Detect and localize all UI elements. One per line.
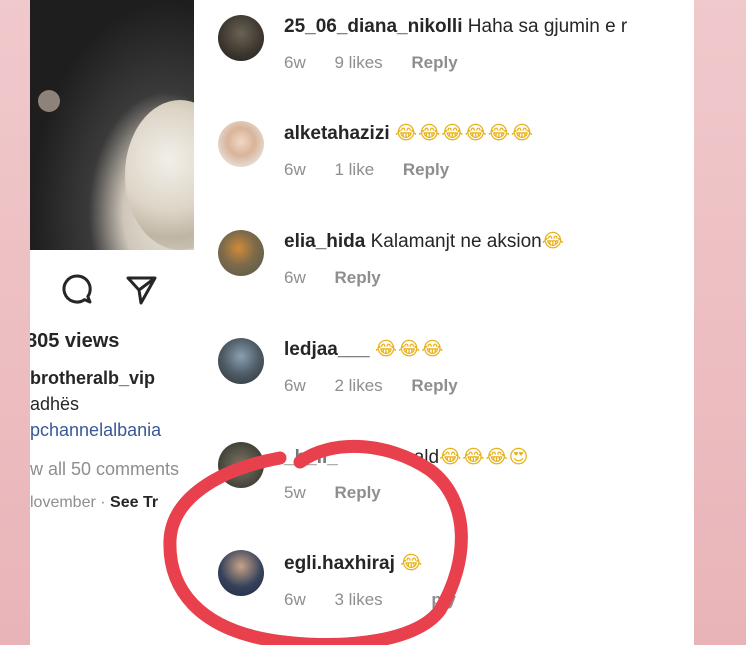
comment-emoji: 😂 (541, 230, 565, 252)
post-card: 805 views brotheralb_vip adhës pchannela… (30, 0, 200, 645)
comment-likes[interactable]: 2 likes (334, 376, 382, 395)
comment-icon[interactable] (60, 272, 94, 306)
reply-button[interactable]: Reply (411, 376, 457, 395)
comment-text: Haha sa gjumin e r (467, 16, 628, 37)
comment-item: _b_li_ nald😂😂😂😍 5w Reply (194, 432, 694, 522)
avatar[interactable] (218, 121, 264, 167)
avatar[interactable] (218, 230, 264, 276)
comment-item: elia_hida Kalamanjt ne aksion😂 6w Reply (194, 216, 694, 306)
comment-likes[interactable]: 1 like (334, 160, 374, 179)
comment-emoji: 😂😂😂 (374, 338, 445, 360)
comment-age: 5w (284, 483, 306, 502)
avatar[interactable] (218, 338, 264, 384)
post-caption: adhës (30, 394, 80, 414)
comment-username[interactable]: 25_06_diana_nikolli (284, 16, 463, 37)
comment-item: 25_06_diana_nikolli Haha sa gjumin e r 6… (194, 0, 694, 90)
comment-emoji: 😂 (400, 552, 424, 574)
comment-text: nald (403, 447, 440, 468)
comment-emoji: 😂😂😂😍 (439, 446, 530, 468)
comment-text: Kalamanjt ne aksion (370, 231, 542, 252)
reply-button[interactable]: Reply (334, 268, 380, 287)
avatar[interactable] (218, 15, 264, 61)
comment-age: 6w (284, 160, 306, 179)
comment-username[interactable]: elia_hida (284, 231, 365, 252)
comment-emoji: 😂😂😂😂😂😂 (394, 122, 535, 144)
comment-item: alketahazizi 😂😂😂😂😂😂 6w 1 like Reply (194, 108, 694, 198)
comment-username[interactable]: alketahazizi (284, 123, 390, 144)
see-translation-link[interactable]: See Tr (110, 494, 158, 511)
comment-age: 6w (284, 268, 306, 287)
post-username[interactable]: brotheralb_vip (30, 368, 155, 389)
comment-likes[interactable]: 3 likes (334, 590, 382, 609)
post-date-row: lovember · See Tr (30, 494, 158, 512)
post-date: lovember (30, 494, 96, 511)
comment-age: 6w (284, 590, 306, 609)
comment-username[interactable]: ledjaa___ (284, 339, 370, 360)
avatar[interactable] (218, 442, 264, 488)
comment-item: egli.haxhiraj 😂 6w 3 likes ply (194, 540, 694, 630)
reply-button[interactable]: Reply (334, 483, 380, 502)
post-actions (60, 272, 158, 306)
comment-item: ledjaa___ 😂😂😂 6w 2 likes Reply (194, 324, 694, 414)
comment-username[interactable]: _b_li_ (284, 447, 338, 468)
views-count: 805 views (30, 330, 120, 352)
post-image[interactable] (30, 0, 200, 250)
comment-age: 6w (284, 376, 306, 395)
reply-button[interactable]: Reply (403, 160, 449, 179)
reply-button[interactable]: Reply (411, 53, 457, 72)
date-separator: · (100, 494, 106, 511)
view-all-comments-link[interactable]: w all 50 comments (30, 459, 179, 480)
comment-likes[interactable]: 9 likes (334, 53, 382, 72)
dog-fur (125, 100, 200, 250)
share-icon[interactable] (124, 272, 158, 306)
post-tag[interactable]: pchannelalbania (30, 420, 161, 441)
avatar[interactable] (218, 550, 264, 596)
hand-shape (38, 90, 60, 112)
comments-panel: 25_06_diana_nikolli Haha sa gjumin e r 6… (194, 0, 694, 645)
reply-button[interactable]: ply (431, 590, 456, 609)
comment-age: 6w (284, 53, 306, 72)
comment-username[interactable]: egli.haxhiraj (284, 553, 395, 574)
